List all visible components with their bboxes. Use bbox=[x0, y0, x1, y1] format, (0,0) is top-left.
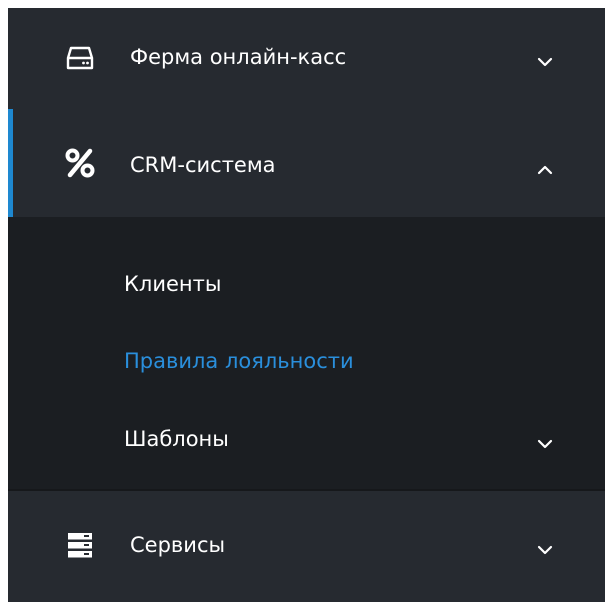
menu-item-online-cash-farm[interactable]: Ферма онлайн-касс bbox=[8, 8, 605, 109]
submenu-item-label: Шаблоны bbox=[124, 427, 229, 451]
hard-drive-icon bbox=[64, 42, 96, 74]
chevron-down-icon[interactable] bbox=[536, 53, 554, 67]
submenu-item-loyalty-rules[interactable]: Правила лояльности bbox=[8, 331, 605, 391]
active-indicator bbox=[8, 109, 13, 217]
crm-submenu: Клиенты Правила лояльности Шаблоны bbox=[8, 217, 605, 489]
chevron-up-icon[interactable] bbox=[536, 161, 554, 175]
chevron-down-icon[interactable] bbox=[536, 435, 554, 449]
menu-item-label: Ферма онлайн-касс bbox=[130, 45, 347, 69]
submenu-item-templates[interactable]: Шаблоны bbox=[8, 409, 605, 469]
menu-item-label: CRM-система bbox=[130, 153, 276, 177]
submenu-item-label: Клиенты bbox=[124, 272, 222, 296]
menu-item-services[interactable]: Сервисы bbox=[8, 489, 605, 602]
menu-item-crm-system[interactable]: CRM-система bbox=[8, 109, 605, 217]
submenu-item-label: Правила лояльности bbox=[124, 349, 354, 373]
submenu-item-clients[interactable]: Клиенты bbox=[8, 254, 605, 314]
sidebar-menu: Ферма онлайн-касс CRM-система Клиенты Пр… bbox=[8, 8, 605, 602]
chevron-down-icon[interactable] bbox=[536, 541, 554, 555]
percent-icon bbox=[64, 147, 96, 179]
menu-item-label: Сервисы bbox=[130, 533, 226, 557]
server-stack-icon bbox=[64, 529, 96, 561]
